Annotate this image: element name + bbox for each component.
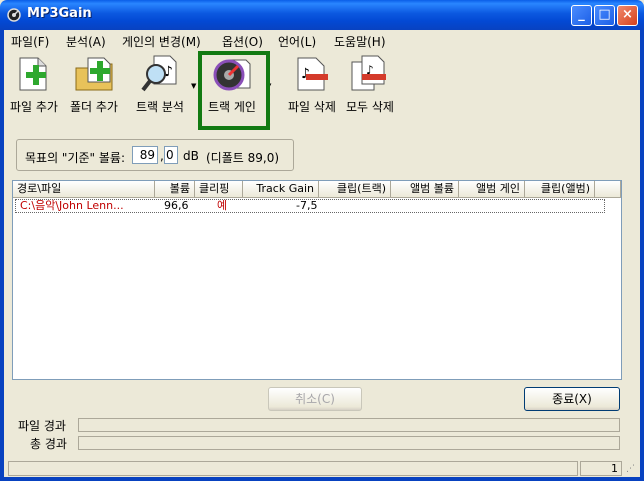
remove-all-button[interactable]: ♪ 모두 삭제 [342,54,398,115]
file-progress-label: 파일 경과 [18,419,66,433]
col-album-gain[interactable]: 앨범 게인 [459,181,525,198]
status-pane-main [8,461,578,476]
track-gain-highlight [198,51,270,130]
col-clip-album[interactable]: 클립(앨범) [525,181,595,198]
menu-modify-gain[interactable]: 게인의 변경(M) [122,33,201,50]
toolbar: 파일 추가 폴더 추가 ♪ 트랙 분석 ▼ 트랙 게인 ▼ ♪ 파일 삭제 ♪ … [4,50,640,130]
total-progress-bar [78,436,620,450]
exit-button[interactable]: 종료(X) [524,387,620,411]
resize-grip-icon[interactable]: ⋰ [626,464,635,474]
window-frame-bottom [0,477,644,481]
add-folder-label: 폴더 추가 [70,100,118,114]
row-volume: 96,6 [164,199,189,212]
target-volume-label: 목표의 "기준" 볼륨: [25,151,125,165]
file-progress-bar [78,418,620,432]
col-album-volume[interactable]: 앨범 볼륨 [391,181,459,198]
remove-file-icon: ♪ [297,57,328,91]
row-clipping: 예 [217,199,228,212]
add-file-label: 파일 추가 [10,100,58,114]
menu-bar: 파일(F) 분석(A) 게인의 변경(M) 옵션(O) 언어(L) 도움말(H) [4,30,640,50]
close-button[interactable]: × [617,5,638,26]
add-folder-button[interactable]: 폴더 추가 [66,54,122,115]
col-path[interactable]: 경로\파일 [13,181,155,198]
col-filler [595,181,621,198]
status-bar: 1 ⋰ [4,460,640,477]
close-icon: × [622,7,633,22]
total-progress-label: 총 경과 [30,437,67,451]
list-header: 경로\파일 볼륨 클리핑 Track Gain 클립(트랙) 앨범 볼륨 앨범 … [13,181,621,198]
add-file-button[interactable]: 파일 추가 [6,54,62,115]
table-row[interactable]: C:\음악\John Lenn... 96,6 예 -7,5 [15,199,605,213]
window-frame-right [640,30,644,481]
maximize-icon: □ [598,7,611,22]
target-default-note: (디폴트 89,0) [206,151,280,165]
menu-analyze[interactable]: 분석(A) [66,33,106,50]
col-clipping[interactable]: 클리핑 [195,181,243,198]
menu-file[interactable]: 파일(F) [11,33,49,50]
target-volume-group: 목표의 "기준" 볼륨: 89 , 0 dB (디폴트 89,0) [16,139,294,171]
remove-all-label: 모두 삭제 [346,100,394,114]
menu-help[interactable]: 도움말(H) [334,33,386,50]
analyze-track-label: 트랙 분석 [136,100,184,114]
cancel-button[interactable]: 취소(C) [268,387,362,411]
analyze-track-button[interactable]: ♪ 트랙 분석 [132,54,188,115]
add-folder-icon [75,57,113,91]
row-path: C:\음악\John Lenn... [20,199,124,212]
target-dec-input[interactable]: 0 [164,146,178,164]
status-file-count: 1 [580,461,622,476]
magnifier-icon: ♪ [141,55,177,92]
remove-file-label: 파일 삭제 [288,100,336,114]
menu-options[interactable]: 옵션(O) [222,33,263,50]
analyze-dropdown-arrow[interactable]: ▼ [191,82,196,90]
app-icon [7,8,21,22]
menu-language[interactable]: 언어(L) [278,33,316,50]
title-bar[interactable]: MP3Gain _ □ × [0,0,644,30]
col-track-gain[interactable]: Track Gain [243,181,319,198]
col-clip-track[interactable]: 클립(트랙) [319,181,391,198]
target-unit: dB [183,149,199,163]
remove-all-icon: ♪ [351,55,386,91]
row-track-gain: -7,5 [296,199,318,212]
add-file-icon [19,57,47,91]
window-title: MP3Gain [27,6,92,21]
minimize-icon: _ [578,7,585,22]
remove-file-button[interactable]: ♪ 파일 삭제 [284,54,340,115]
target-int-input[interactable]: 89 [132,146,158,164]
col-volume[interactable]: 볼륨 [155,181,195,198]
minimize-button[interactable]: _ [571,5,592,26]
file-list[interactable]: 경로\파일 볼륨 클리핑 Track Gain 클립(트랙) 앨범 볼륨 앨범 … [12,180,622,380]
maximize-button[interactable]: □ [594,5,615,26]
